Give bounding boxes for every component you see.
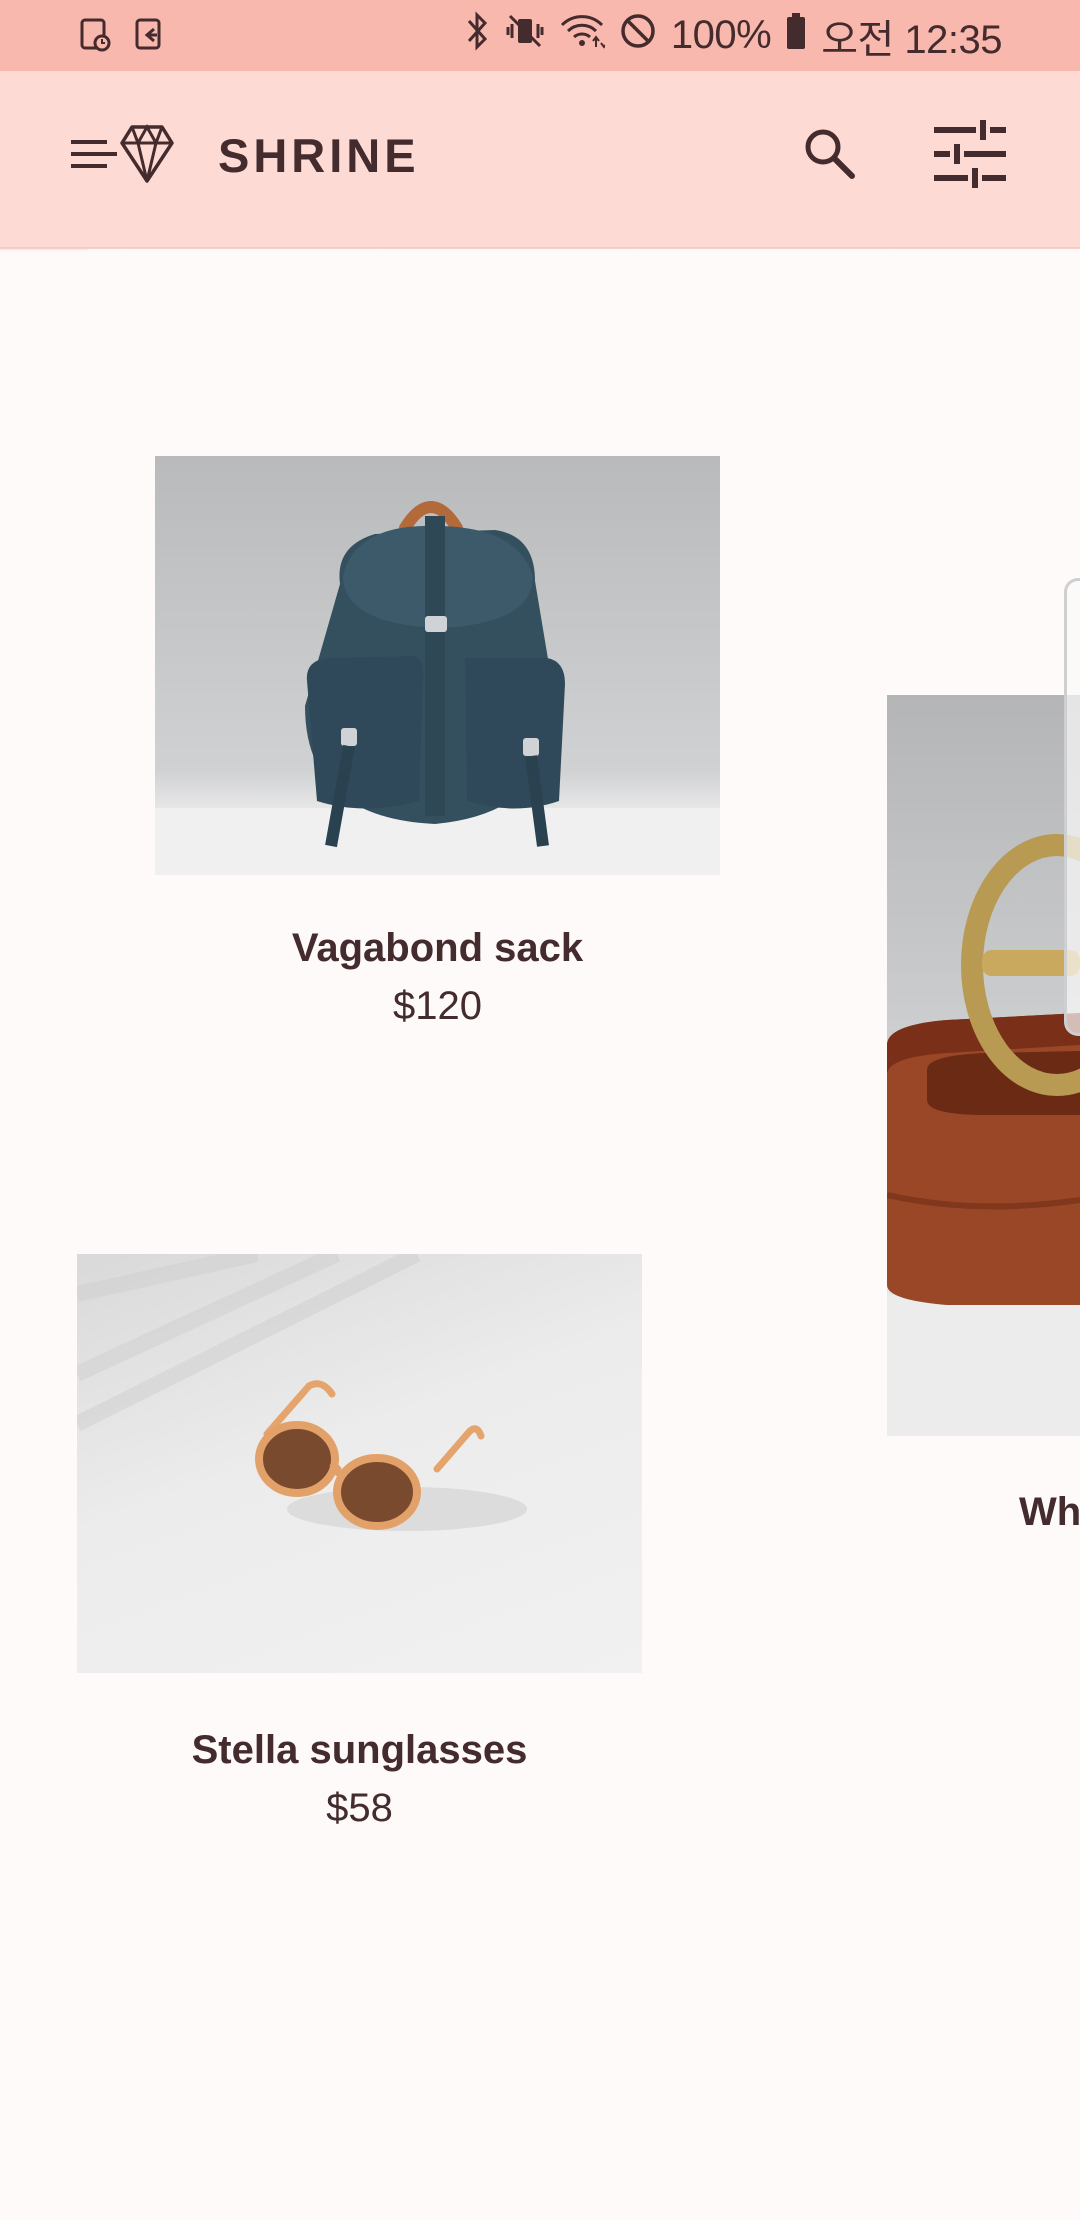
exit-app-icon (132, 17, 168, 58)
menu-icon (68, 134, 122, 179)
shrine-diamond-logo-icon (118, 123, 176, 190)
status-left-icons (78, 17, 168, 58)
status-bar: 100% 오전 12:35 (0, 0, 1080, 71)
product-name: Vagabond sack (291, 926, 584, 970)
search-icon (801, 125, 859, 188)
edge-panel-handle[interactable] (1064, 578, 1080, 1036)
status-right-icons: 100% 오전 12:35 (465, 0, 1002, 71)
battery-icon (785, 12, 807, 60)
app-title: SHRINE (218, 128, 420, 182)
product-card-stella-sunglasses[interactable]: Stella sunglasses $58 (77, 1254, 642, 1844)
do-not-disturb-icon (619, 12, 657, 60)
sunglasses-image (77, 1254, 642, 1673)
belt-image (887, 695, 1080, 1436)
battery-percentage: 100% (670, 13, 772, 57)
screen-timer-icon (78, 17, 114, 58)
tune-filter-icon (932, 118, 1008, 195)
product-name: Wh (1019, 1490, 1080, 1534)
wifi-icon (559, 11, 608, 61)
product-name: Stella sunglasses (191, 1728, 528, 1772)
product-card-belt[interactable]: Wh (887, 695, 1080, 1545)
product-price: $120 (393, 984, 482, 1028)
vibrate-off-icon (505, 11, 545, 61)
search-button[interactable] (790, 116, 870, 196)
bluetooth-icon (465, 10, 491, 61)
filter-button[interactable] (925, 111, 1015, 201)
product-card-vagabond-sack[interactable]: Vagabond sack $120 (155, 456, 720, 1046)
product-price: $58 (326, 1786, 393, 1830)
app-bar: SHRINE (0, 71, 1080, 249)
backpack-image (155, 456, 720, 875)
clock-time: 오전 12:35 (821, 17, 1002, 62)
menu-logo-button[interactable] (68, 123, 176, 190)
